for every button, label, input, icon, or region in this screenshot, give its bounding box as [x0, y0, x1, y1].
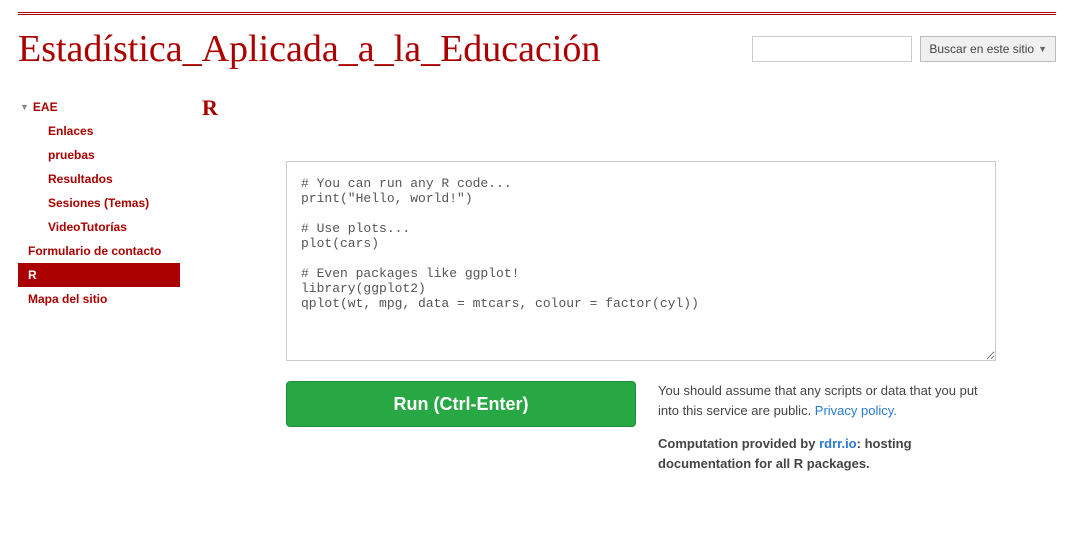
privacy-link[interactable]: Privacy policy. [815, 403, 897, 418]
sidebar-item-r[interactable]: R [18, 263, 180, 287]
sidebar-nav: ▼ EAE Enlaces pruebas Resultados Sesione… [18, 95, 180, 473]
search-button-label: Buscar en este sitio [929, 42, 1034, 56]
sidebar-item-enlaces[interactable]: Enlaces [18, 119, 180, 143]
site-title[interactable]: Estadística_Aplicada_a_la_Educación [18, 27, 600, 71]
search-button[interactable]: Buscar en este sitio ▼ [920, 36, 1056, 62]
sidebar-item-videotutorias[interactable]: VideoTutorías [18, 215, 180, 239]
chevron-down-icon: ▼ [1038, 44, 1047, 54]
sidebar-item-pruebas[interactable]: pruebas [18, 143, 180, 167]
sidebar-item-mapa[interactable]: Mapa del sitio [18, 287, 180, 311]
rdrr-link[interactable]: rdrr.io [819, 436, 857, 451]
site-header: Estadística_Aplicada_a_la_Educación Busc… [0, 15, 1074, 95]
sidebar-root-eae[interactable]: ▼ EAE [18, 95, 180, 119]
collapse-icon: ▼ [20, 102, 29, 112]
main-content: R # You can run any R code... print("Hel… [180, 95, 1056, 473]
info-text: You should assume that any scripts or da… [658, 381, 996, 473]
sidebar-item-formulario[interactable]: Formulario de contacto [18, 239, 180, 263]
provided-pre: Computation provided by [658, 436, 819, 451]
sidebar-item-sesiones[interactable]: Sesiones (Temas) [18, 191, 180, 215]
sidebar-item-resultados[interactable]: Resultados [18, 167, 180, 191]
search-area: Buscar en este sitio ▼ [752, 36, 1056, 62]
code-editor[interactable]: # You can run any R code... print("Hello… [286, 161, 996, 361]
run-button[interactable]: Run (Ctrl-Enter) [286, 381, 636, 427]
page-title: R [202, 95, 1056, 121]
sidebar-root-label: EAE [33, 100, 58, 114]
search-input[interactable] [752, 36, 912, 62]
